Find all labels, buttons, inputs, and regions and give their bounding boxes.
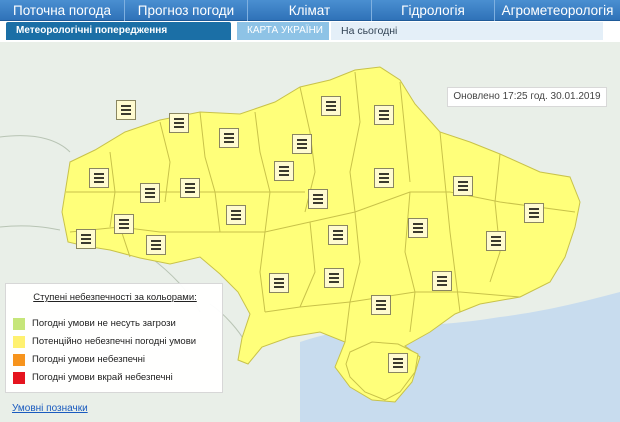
legend-item: Погодні умови вкрай небезпечні (13, 372, 173, 386)
region-warning-icon[interactable] (76, 229, 96, 249)
region-warning-icon[interactable] (408, 218, 428, 238)
legend-swatch-potential (13, 336, 25, 348)
region-warning-icon[interactable] (524, 203, 544, 223)
region-warning-icon[interactable] (292, 134, 312, 154)
updated-timestamp: Оновлено 17:25 год. 30.01.2019 (447, 87, 607, 107)
region-warning-icon[interactable] (274, 161, 294, 181)
region-warning-icon[interactable] (269, 273, 289, 293)
region-warning-icon[interactable] (374, 105, 394, 125)
region-warning-icon[interactable] (453, 176, 473, 196)
legend-item: Погодні умови небезпечні (13, 354, 145, 368)
region-warning-icon[interactable] (324, 268, 344, 288)
legend-label: Погодні умови вкрай небезпечні (32, 372, 173, 383)
region-warning-icon[interactable] (114, 214, 134, 234)
nav-hydrology[interactable]: Гідрологія (372, 0, 495, 21)
legend-label: Погодні умови небезпечні (32, 354, 146, 365)
region-warning-icon[interactable] (486, 231, 506, 251)
region-warning-icon[interactable] (328, 225, 348, 245)
nav-forecast[interactable]: Прогноз погоди (125, 0, 248, 21)
page: Поточна погода Прогноз погоди Клімат Гід… (0, 0, 620, 422)
region-warning-icon[interactable] (169, 113, 189, 133)
region-warning-icon[interactable] (140, 183, 160, 203)
region-warning-icon[interactable] (388, 353, 408, 373)
region-warning-icon[interactable] (374, 168, 394, 188)
tab-today[interactable]: На сьогодні (331, 22, 603, 40)
tab-meteo-warnings[interactable]: Метеорологічні попередження (6, 22, 231, 40)
legend-swatch-no-threat (13, 318, 25, 330)
nav-climate[interactable]: Клімат (248, 0, 372, 21)
legend-swatch-dangerous (13, 354, 25, 366)
legend-label: Потенційно небезпечні погодні умови (32, 336, 197, 347)
tab-ukraine-map[interactable]: КАРТА УКРАЇНИ ▸ (237, 22, 329, 54)
legend-title: Ступені небезпечності за кольорами: (33, 292, 197, 303)
legend-label: Погодні умови не несуть загрози (32, 318, 176, 329)
region-warning-icon[interactable] (321, 96, 341, 116)
region-warning-icon[interactable] (146, 235, 166, 255)
sub-tabs: Метеорологічні попередження КАРТА УКРАЇН… (0, 21, 620, 54)
nav-agrometeorology[interactable]: Агрометеорологія (495, 0, 620, 21)
legend-item: Потенційно небезпечні погодні умови (13, 336, 196, 350)
legend: Ступені небезпечності за кольорами: Пого… (5, 283, 223, 393)
region-warning-icon[interactable] (219, 128, 239, 148)
nav-current-weather[interactable]: Поточна погода (0, 0, 125, 21)
region-warning-icon[interactable] (226, 205, 246, 225)
region-warning-icon[interactable] (180, 178, 200, 198)
region-warning-icon[interactable] (371, 295, 391, 315)
region-warning-icon[interactable] (116, 100, 136, 120)
symbols-link[interactable]: Умовні позначки (12, 403, 88, 414)
region-warning-icon[interactable] (308, 189, 328, 209)
region-warning-icon[interactable] (432, 271, 452, 291)
region-warning-icon[interactable] (89, 168, 109, 188)
top-navigation: Поточна погода Прогноз погоди Клімат Гід… (0, 0, 620, 21)
legend-swatch-extreme (13, 372, 25, 384)
legend-item: Погодні умови не несуть загрози (13, 318, 176, 332)
